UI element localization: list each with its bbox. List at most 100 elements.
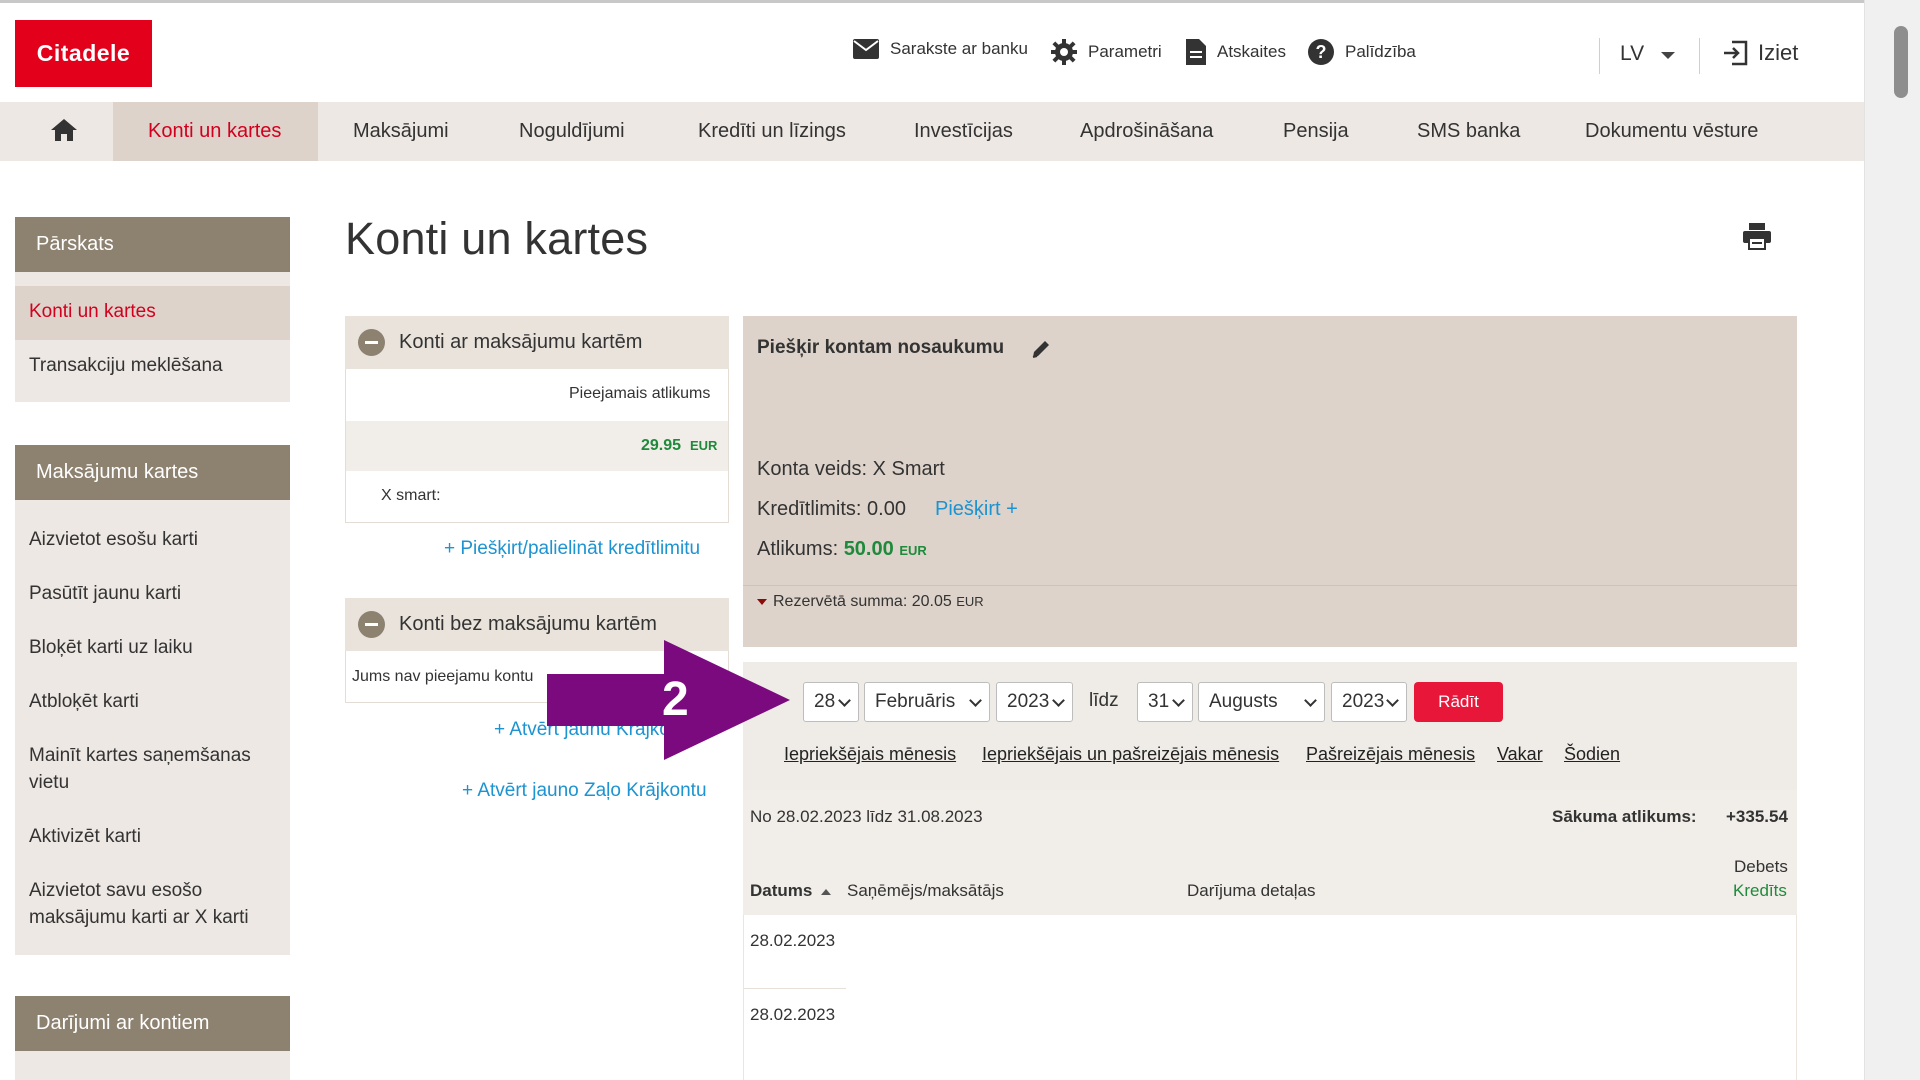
available-balance-label: Pieejamais atlikums xyxy=(569,385,711,402)
until-label: līdz xyxy=(1089,690,1119,711)
svg-text:?: ? xyxy=(1316,42,1327,62)
column-payee[interactable]: Saņēmējs/maksātājs xyxy=(847,881,1004,901)
to-month-select[interactable]: Augusts xyxy=(1198,682,1325,722)
reports-label: Atskaites xyxy=(1217,42,1286,61)
reports-link[interactable]: Atskaites xyxy=(1185,38,1286,66)
assign-credit-link[interactable]: Piešķirt + xyxy=(935,498,1018,521)
quick-previous-and-current-month[interactable]: Iepriekšējais un pašreizējais mēnesis xyxy=(982,744,1279,765)
print-button[interactable] xyxy=(1742,222,1772,255)
sidebar-item-konti-un-kartes[interactable]: Konti un kartes xyxy=(29,298,156,325)
chevron-down-icon[interactable] xyxy=(1661,52,1675,59)
help-link[interactable]: ? Palīdzība xyxy=(1307,38,1416,66)
column-details[interactable]: Darījuma detaļas xyxy=(1187,881,1316,901)
nav-noguldijumi[interactable]: Noguldījumi xyxy=(519,102,625,161)
language-selector[interactable]: LV xyxy=(1620,42,1644,66)
logout-icon xyxy=(1724,40,1748,66)
period-text: No 28.02.2023 līdz 31.08.2023 xyxy=(750,807,983,826)
help-icon: ? xyxy=(1308,39,1334,65)
sidebar-item-transakciju-meklesana[interactable]: Transakciju meklēšana xyxy=(29,352,223,379)
help-label: Palīdzība xyxy=(1345,42,1416,61)
messages-label: Sarakste ar banku xyxy=(890,39,1028,58)
printer-icon xyxy=(1743,223,1771,250)
edit-name-button[interactable] xyxy=(1030,338,1052,365)
nav-krediti-un-lizings[interactable]: Kredīti un līzings xyxy=(698,102,846,161)
show-button[interactable]: Rādīt xyxy=(1414,682,1503,722)
column-date[interactable]: Datums xyxy=(750,881,832,901)
messages-link[interactable]: Sarakste ar banku xyxy=(852,38,1028,60)
open-green-savings-account-link[interactable]: + Atvērt jauno Zaļo Krājkontu xyxy=(462,780,707,802)
start-balance-label: Sākuma atlikums: xyxy=(1552,807,1697,826)
quick-yesterday[interactable]: Vakar xyxy=(1497,744,1543,765)
account-name-prompt[interactable]: Piešķir kontam nosaukumu xyxy=(757,337,1004,359)
to-year-select[interactable]: 2023 xyxy=(1331,682,1407,722)
reserved-amount: Rezervētā summa: 20.05 xyxy=(773,593,952,610)
logo-text: Citadele xyxy=(36,40,131,66)
citadele-logo[interactable]: Citadele xyxy=(15,20,152,87)
amount-value: 29.95 xyxy=(641,437,682,454)
table-row-date[interactable]: 28.02.2023 xyxy=(750,931,835,951)
sidebar-item-aktivizet-karti[interactable]: Aktivizēt karti xyxy=(29,823,141,850)
amount-currency: EUR xyxy=(689,438,718,453)
annotation-step-number: 2 xyxy=(662,673,689,726)
nav-investicijas[interactable]: Investīcijas xyxy=(914,102,1013,161)
document-icon xyxy=(1186,39,1206,65)
sidebar-section-darijumi xyxy=(15,1051,290,1080)
gear-icon xyxy=(1051,39,1077,65)
sidebar-heading-darijumi-ar-kontiem: Darījumi ar kontiem xyxy=(15,996,290,1051)
sidebar-item-pasutit-jaunu-karti[interactable]: Pasūtīt jaunu karti xyxy=(29,580,181,607)
no-accounts-text: Jums nav pieejamu kontu xyxy=(352,668,534,685)
quick-current-month[interactable]: Pašreizējais mēnesis xyxy=(1306,744,1475,765)
header-divider xyxy=(1599,38,1600,74)
credit-limit: Kredītlimits: 0.00 xyxy=(757,498,906,520)
account-balance: Atlikums: 50.00 EUR xyxy=(757,538,927,561)
nav-home[interactable] xyxy=(50,118,78,147)
reserved-currency: EUR xyxy=(956,594,984,609)
page-title: Konti un kartes xyxy=(345,213,649,264)
balance-value: 50.00 xyxy=(843,538,894,560)
available-balance-amount: 29.95 EUR xyxy=(641,437,717,455)
detail-divider xyxy=(743,585,1797,586)
table-row-date[interactable]: 28.02.2023 xyxy=(750,1005,835,1025)
sidebar-item-aizvietot-ar-x-karti[interactable]: Aizvietot savu esošo maksājumu karti ar … xyxy=(29,877,279,931)
page-scrollbar[interactable] xyxy=(1864,0,1920,1080)
column-credit[interactable]: Kredīts xyxy=(1733,881,1787,901)
reserved-amount-toggle[interactable]: Rezervētā summa: 20.05 EUR xyxy=(757,593,984,611)
nav-apdrosinasana[interactable]: Apdrošināšana xyxy=(1080,102,1213,161)
from-day-select[interactable]: 28 xyxy=(803,682,859,722)
header-divider xyxy=(1699,38,1700,74)
nav-sms-banka[interactable]: SMS banka xyxy=(1417,102,1520,161)
caret-down-icon xyxy=(757,598,767,605)
sort-asc-icon xyxy=(821,888,832,895)
collapse-icon[interactable] xyxy=(358,329,385,356)
from-month-select[interactable]: Februāris xyxy=(864,682,990,722)
home-icon xyxy=(51,119,77,141)
sidebar-item-aizvietot-esosu-karti[interactable]: Aizvietot esošu karti xyxy=(29,526,198,553)
to-day-select[interactable]: 31 xyxy=(1137,682,1193,722)
logout-label: Iziet xyxy=(1758,40,1799,65)
logout-button[interactable]: Iziet xyxy=(1722,40,1798,66)
nav-konti-un-kartes[interactable]: Konti un kartes xyxy=(148,102,281,161)
nav-dokumentu-vesture[interactable]: Dokumentu vēsture xyxy=(1585,102,1758,161)
accounts-with-cards-title: Konti ar maksājumu kartēm xyxy=(399,331,643,353)
settings-link[interactable]: Parametri xyxy=(1050,38,1162,66)
balance-label: Atlikums: xyxy=(757,538,839,560)
quick-today[interactable]: Šodien xyxy=(1564,744,1620,765)
sidebar-heading-parskats: Pārskats xyxy=(15,217,290,272)
sidebar-item-atbloket-karti[interactable]: Atbloķēt karti xyxy=(29,688,139,715)
nav-maksajumi[interactable]: Maksājumi xyxy=(353,102,449,161)
from-year-select[interactable]: 2023 xyxy=(996,682,1073,722)
scrollbar-thumb[interactable] xyxy=(1894,26,1908,98)
pencil-icon xyxy=(1032,341,1049,358)
account-name-xsmart[interactable]: X smart: xyxy=(381,487,441,505)
column-date-label: Datums xyxy=(750,881,813,900)
collapse-icon[interactable] xyxy=(358,611,385,638)
row-divider xyxy=(744,988,846,989)
sidebar-item-mainit-sanemsanas-vietu[interactable]: Mainīt kartes saņemšanas vietu xyxy=(29,742,279,796)
account-type: Konta veids: X Smart xyxy=(757,458,945,480)
sidebar-item-blokēt-karti[interactable]: Bloķēt karti uz laiku xyxy=(29,634,193,661)
accounts-without-cards-title: Konti bez maksājumu kartēm xyxy=(399,613,657,635)
quick-previous-month[interactable]: Iepriekšējais mēnesis xyxy=(784,744,956,765)
nav-pensija[interactable]: Pensija xyxy=(1283,102,1349,161)
increase-credit-limit-link[interactable]: + Piešķirt/palielināt kredītlimitu xyxy=(444,538,700,560)
column-debit[interactable]: Debets xyxy=(1734,857,1788,877)
